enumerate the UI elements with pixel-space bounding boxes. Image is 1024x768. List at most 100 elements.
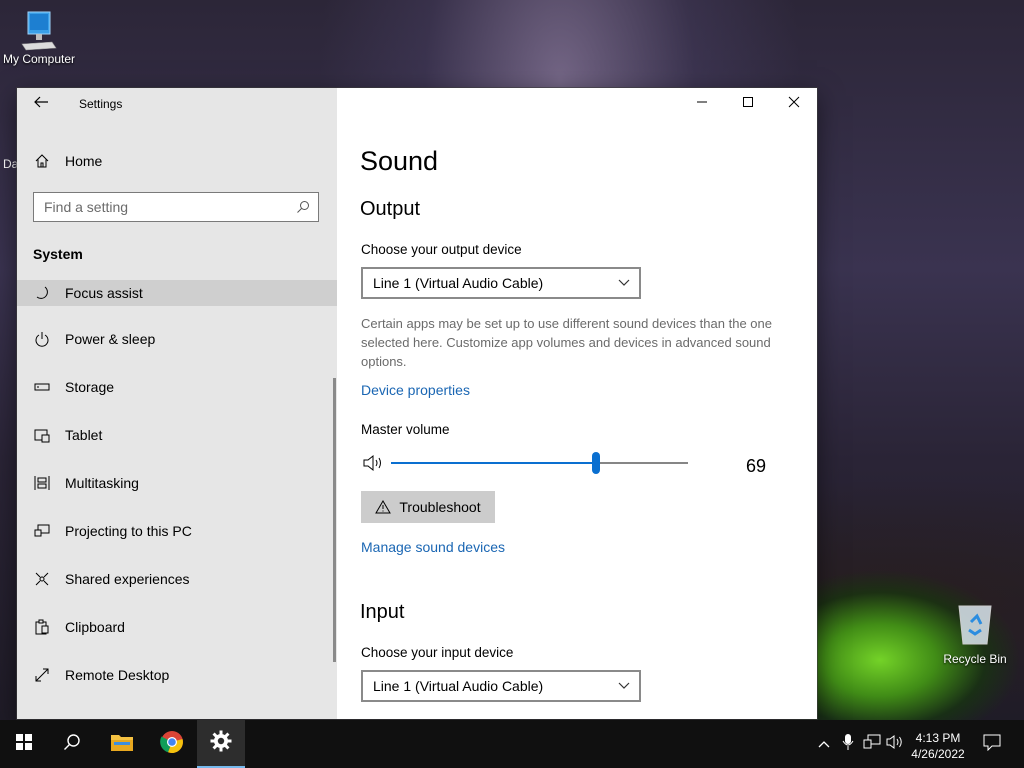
search-taskbar-button[interactable] (48, 720, 96, 768)
home-icon (33, 152, 51, 170)
output-description: Certain apps may be set up to use differ… (361, 316, 772, 369)
sidebar-scrollbar[interactable] (333, 378, 336, 662)
main-content: Sound Output Choose your output device L… (337, 88, 817, 719)
section-title: System (33, 246, 83, 262)
tablet-icon (33, 426, 51, 444)
file-explorer-button[interactable] (98, 720, 146, 768)
clock-time: 4:13 PM (915, 731, 961, 745)
troubleshoot-label: Troubleshoot (399, 499, 481, 515)
multitasking-icon (33, 474, 51, 492)
settings-window: Settings Home System Focus assist (17, 88, 817, 719)
folder-icon (110, 732, 134, 757)
action-center-button[interactable] (982, 734, 1002, 754)
clock-date: 4/26/2022 (911, 747, 965, 761)
chevron-down-icon (609, 682, 639, 690)
microphone-icon (842, 733, 854, 756)
back-arrow-icon (33, 94, 49, 115)
power-icon (33, 330, 51, 348)
search-box[interactable] (33, 192, 319, 222)
network-tray-button[interactable] (862, 734, 882, 754)
search-input[interactable] (34, 198, 288, 216)
input-device-value: Line 1 (Virtual Audio Cable) (373, 678, 544, 694)
close-button[interactable] (771, 88, 817, 120)
sidebar-item-storage[interactable]: Storage (17, 363, 337, 411)
minimize-icon (696, 95, 708, 113)
maximize-icon (742, 95, 754, 113)
output-device-label: Choose your output device (361, 242, 522, 257)
minimize-button[interactable] (679, 88, 725, 120)
chrome-button[interactable] (148, 720, 196, 768)
chevron-down-icon (609, 279, 639, 287)
sidebar-item-label: Storage (65, 379, 115, 395)
sidebar-item-clipboard[interactable]: Clipboard (17, 603, 337, 651)
title-bar: Settings (17, 88, 337, 120)
network-icon (863, 734, 881, 755)
speaker-icon[interactable] (363, 454, 385, 477)
start-button[interactable] (0, 720, 48, 768)
search-icon[interactable] (288, 200, 318, 214)
speaker-icon (886, 734, 904, 755)
device-properties-link[interactable]: Device properties (361, 382, 470, 398)
sidebar-item-label: Power & sleep (65, 331, 156, 347)
warning-icon (375, 500, 392, 514)
volume-tray-button[interactable] (885, 734, 905, 754)
input-heading: Input (360, 601, 405, 623)
clipboard-icon (33, 618, 51, 636)
sidebar: Settings Home System Focus assist (17, 88, 337, 719)
sidebar-item-label: Tablet (65, 427, 103, 443)
input-device-dropdown[interactable]: Line 1 (Virtual Audio Cable) (361, 670, 641, 702)
master-volume-label: Master volume (361, 422, 450, 437)
page-title: Sound (360, 146, 439, 176)
notification-icon (983, 733, 1001, 756)
taskbar: 4:13 PM 4/26/2022 (0, 720, 1024, 768)
sidebar-item-label: Focus assist (65, 285, 143, 301)
windows-logo-icon (16, 733, 32, 755)
sidebar-item-remote-desktop[interactable]: Remote Desktop (17, 651, 337, 699)
taskbar-clock[interactable]: 4:13 PM 4/26/2022 (904, 730, 972, 762)
input-device-label: Choose your input device (361, 645, 514, 660)
sidebar-item-label: Remote Desktop (65, 667, 170, 683)
recycle-bin-icon (953, 600, 997, 646)
window-controls (679, 88, 817, 120)
chevron-up-icon (818, 735, 830, 753)
desktop-icon-label: My Computer (2, 52, 76, 66)
troubleshoot-button[interactable]: Troubleshoot (361, 491, 495, 523)
show-hidden-icons-button[interactable] (814, 734, 834, 754)
storage-icon (33, 378, 51, 396)
nav-list: Focus assist Power & sleep Storage Table… (17, 280, 337, 699)
volume-slider-fill (391, 462, 596, 464)
master-volume-row: 69 (361, 452, 781, 476)
output-heading: Output (360, 198, 421, 220)
sidebar-item-label: Clipboard (65, 619, 125, 635)
sidebar-item-label: Projecting to this PC (65, 523, 192, 539)
moon-icon (33, 284, 51, 302)
shared-experiences-icon (33, 570, 51, 588)
manage-sound-devices-link[interactable]: Manage sound devices (361, 539, 505, 555)
desktop-icon-recycle-bin[interactable]: Recycle Bin (930, 600, 1020, 666)
microphone-tray-button[interactable] (838, 733, 858, 756)
remote-desktop-icon (33, 666, 51, 684)
volume-slider-thumb[interactable] (592, 452, 600, 474)
computer-icon (16, 8, 62, 54)
home-nav-item[interactable]: Home (17, 146, 337, 176)
back-button[interactable] (29, 94, 53, 114)
sidebar-item-tablet[interactable]: Tablet (17, 411, 337, 459)
sidebar-item-shared-experiences[interactable]: Shared experiences (17, 555, 337, 603)
desktop-icon-my-computer[interactable]: My Computer (0, 8, 84, 66)
home-label: Home (65, 153, 103, 169)
search-icon (63, 733, 81, 756)
output-device-value: Line 1 (Virtual Audio Cable) (373, 275, 544, 291)
close-icon (788, 95, 800, 113)
desktop-icon-label: Recycle Bin (943, 652, 1007, 666)
chrome-icon (160, 730, 184, 759)
sidebar-item-label: Multitasking (65, 475, 139, 491)
window-title: Settings (79, 97, 123, 111)
volume-value: 69 (746, 456, 767, 476)
sidebar-item-power-sleep[interactable]: Power & sleep (17, 315, 337, 363)
sidebar-item-focus-assist[interactable]: Focus assist (17, 280, 337, 306)
maximize-button[interactable] (725, 88, 771, 120)
output-device-dropdown[interactable]: Line 1 (Virtual Audio Cable) (361, 267, 641, 299)
sidebar-item-multitasking[interactable]: Multitasking (17, 459, 337, 507)
sidebar-item-projecting[interactable]: Projecting to this PC (17, 507, 337, 555)
settings-taskbar-button[interactable] (197, 720, 245, 768)
